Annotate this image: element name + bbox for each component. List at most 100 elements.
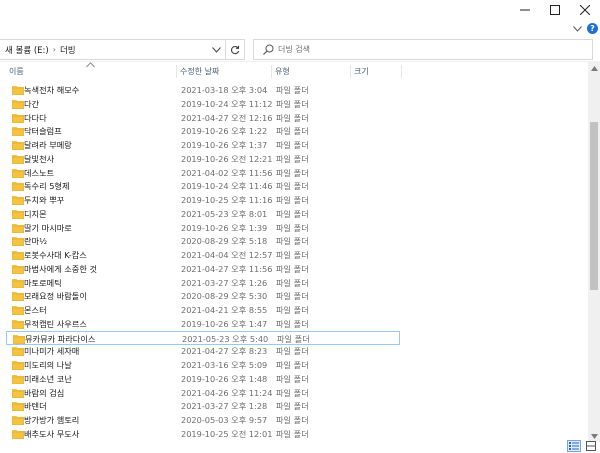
file-row[interactable]: 무적캡틴 사우르스 2019-10-26 오후 1:47 파일 폴더 <box>6 317 400 331</box>
file-row[interactable]: 로봇수사대 K-캅스 2021-04-04 오전 12:57 파일 폴더 <box>6 248 400 262</box>
address-bar[interactable]: 새 볼륨 (E:) › 더빙 <box>0 39 226 60</box>
file-name: 달빛천사 <box>24 153 55 164</box>
folder-icon <box>12 154 24 164</box>
file-modified-date: 2019-10-26 오전 12:21 <box>181 153 273 164</box>
file-name: 란마½ <box>24 236 48 247</box>
close-icon <box>580 5 590 15</box>
file-type: 파일 폴더 <box>276 181 309 192</box>
file-row[interactable]: 디지몬 2021-05-23 오후 8:01 파일 폴더 <box>6 207 400 221</box>
folder-icon <box>12 168 24 178</box>
file-name: 다다다 <box>24 112 47 123</box>
folder-icon <box>12 292 24 302</box>
vertical-scrollbar[interactable] <box>588 62 600 442</box>
file-type: 파일 폴더 <box>276 140 309 150</box>
folder-icon <box>12 402 24 412</box>
column-header-type[interactable]: 유형 <box>272 62 350 80</box>
file-name: 딸기 마시마로 <box>24 222 72 233</box>
file-type: 파일 폴더 <box>276 428 309 439</box>
file-row[interactable]: 모래요정 바람돌이 2020-08-29 오후 5:30 파일 폴더 <box>6 289 400 303</box>
folder-icon <box>12 374 24 384</box>
file-type: 파일 폴더 <box>276 153 309 164</box>
file-row[interactable]: 데스노트 2021-04-02 오후 11:56 파일 폴더 <box>6 166 400 180</box>
large-icons-view-button[interactable] <box>584 440 598 452</box>
file-row[interactable]: 뮤카뮤카 파라다이스 2021-05-23 오후 5:40 파일 폴더 <box>6 330 400 345</box>
file-row[interactable]: 달려라 부메랑 2019-10-26 오후 1:37 파일 폴더 <box>6 138 400 152</box>
file-type: 파일 폴더 <box>276 263 309 274</box>
file-modified-date: 2019-10-24 오후 11:46 <box>181 181 273 192</box>
breadcrumb-volume[interactable]: 새 볼륨 (E:) <box>0 44 49 56</box>
folder-icon <box>12 251 24 260</box>
scroll-up-button[interactable] <box>588 62 600 74</box>
file-row[interactable]: 마법사에게 소중한 것 2021-04-27 오후 11:56 파일 폴더 <box>6 262 400 276</box>
address-history-button[interactable] <box>208 40 225 59</box>
address-row: 새 볼륨 (E:) › 더빙 <box>0 38 600 62</box>
breadcrumb-folder[interactable]: 더빙 <box>60 44 76 56</box>
folder-icon <box>12 196 24 205</box>
search-icon <box>262 44 274 56</box>
maximize-button[interactable] <box>540 0 570 20</box>
file-row[interactable]: 바람의 검심 2021-04-26 오후 11:24 파일 폴더 <box>6 386 400 400</box>
file-row[interactable]: 딸기 마시마로 2019-10-26 오후 1:39 파일 폴더 <box>6 221 400 235</box>
file-row[interactable]: 미나미가 세자매 2021-04-27 오후 8:23 파일 폴더 <box>6 344 400 358</box>
file-modified-date: 2021-04-02 오후 11:56 <box>181 167 273 178</box>
details-view-button[interactable] <box>567 440 581 452</box>
folder-icon <box>12 113 24 123</box>
search-input[interactable] <box>278 41 578 58</box>
folder-icon <box>12 347 24 357</box>
file-list[interactable]: 녹색전차 해모수 2021-03-18 오후 3:04 파일 폴더 다간 2019-10… <box>0 80 588 440</box>
file-type: 파일 폴더 <box>276 98 309 109</box>
file-name: 마법사에게 소중한 것 <box>24 263 97 274</box>
file-row[interactable]: 다간 2019-10-24 오후 11:12 파일 폴더 <box>6 97 400 111</box>
scroll-thumb[interactable] <box>590 122 598 290</box>
file-row[interactable]: 독수리 5형제 2019-10-24 오후 11:46 파일 폴더 <box>6 179 400 193</box>
file-modified-date: 2019-10-26 오후 1:48 <box>181 373 268 384</box>
file-modified-date: 2019-10-26 오후 1:22 <box>181 126 268 137</box>
file-type: 파일 폴더 <box>276 291 309 302</box>
help-icon[interactable]: ? <box>587 23 598 34</box>
file-modified-date: 2019-10-25 오전 12:01 <box>181 428 273 439</box>
minimize-button[interactable] <box>510 0 540 20</box>
column-header-date[interactable]: 수정한 날짜 <box>177 62 271 80</box>
column-header-name[interactable]: 이름 <box>6 62 176 80</box>
file-row[interactable]: 배추도사 무도사 2019-10-25 오전 12:01 파일 폴더 <box>6 427 400 440</box>
file-type: 파일 폴더 <box>276 305 309 315</box>
file-modified-date: 2021-04-27 오후 11:56 <box>181 263 273 274</box>
chevron-down-icon <box>212 46 221 53</box>
file-row[interactable]: 녹색전차 해모수 2021-03-18 오후 3:04 파일 폴더 <box>6 83 400 97</box>
file-row[interactable]: 마토로메틱 2021-03-27 오후 1:26 파일 폴더 <box>6 276 400 290</box>
view-toggles <box>567 440 600 453</box>
refresh-button[interactable] <box>226 39 245 60</box>
folder-icon <box>12 86 24 95</box>
file-row[interactable]: 란마½ 2020-08-29 오후 5:18 파일 폴더 <box>6 234 400 248</box>
refresh-icon <box>231 45 240 54</box>
column-header-size[interactable]: 크기 <box>351 62 401 80</box>
file-row[interactable]: 몬스터 2021-04-21 오후 8:55 파일 폴더 <box>6 303 400 317</box>
file-row[interactable]: 바텐더 2021-03-27 오후 1:28 파일 폴더 <box>6 399 400 413</box>
search-box[interactable] <box>253 39 593 60</box>
close-button[interactable] <box>570 0 600 20</box>
file-modified-date: 2019-10-24 오후 11:12 <box>181 98 273 109</box>
file-name: 독수리 5형제 <box>24 181 70 192</box>
file-modified-date: 2020-08-29 오후 5:18 <box>181 236 268 247</box>
file-row[interactable]: 달빛천사 2019-10-26 오전 12:21 파일 폴더 <box>6 152 400 166</box>
file-name: 로봇수사대 K-캅스 <box>24 250 87 260</box>
large-icons-view-icon <box>586 441 596 451</box>
file-modified-date: 2021-03-27 오후 1:26 <box>181 277 268 288</box>
file-type: 파일 폴더 <box>276 85 309 95</box>
breadcrumb-separator[interactable]: › <box>49 45 60 54</box>
file-modified-date: 2021-03-16 오후 5:09 <box>181 360 268 370</box>
file-modified-date: 2020-08-29 오후 5:30 <box>181 291 268 302</box>
file-type: 파일 폴더 <box>276 167 309 178</box>
file-row[interactable]: 다다다 2021-04-27 오전 12:16 파일 폴더 <box>6 111 400 125</box>
folder-icon <box>12 319 24 329</box>
file-type: 파일 폴더 <box>276 360 309 370</box>
file-modified-date: 2019-10-26 오후 1:37 <box>181 140 268 150</box>
file-row[interactable]: 미도리의 나날 2021-03-16 오후 5:09 파일 폴더 <box>6 358 400 372</box>
file-row[interactable]: 미래소년 코난 2019-10-26 오후 1:48 파일 폴더 <box>6 372 400 386</box>
file-row[interactable]: 두치와 뿌꾸 2019-10-25 오후 11:16 파일 폴더 <box>6 193 400 207</box>
file-row[interactable]: 닥터슬럼프 2019-10-26 오후 1:22 파일 폴더 <box>6 124 400 138</box>
file-name: 몬스터 <box>24 305 47 315</box>
column-divider[interactable] <box>401 65 402 78</box>
expand-ribbon-button[interactable] <box>571 24 583 34</box>
file-row[interactable]: 방가방가 햄토리 2020-05-03 오후 9:57 파일 폴더 <box>6 413 400 427</box>
